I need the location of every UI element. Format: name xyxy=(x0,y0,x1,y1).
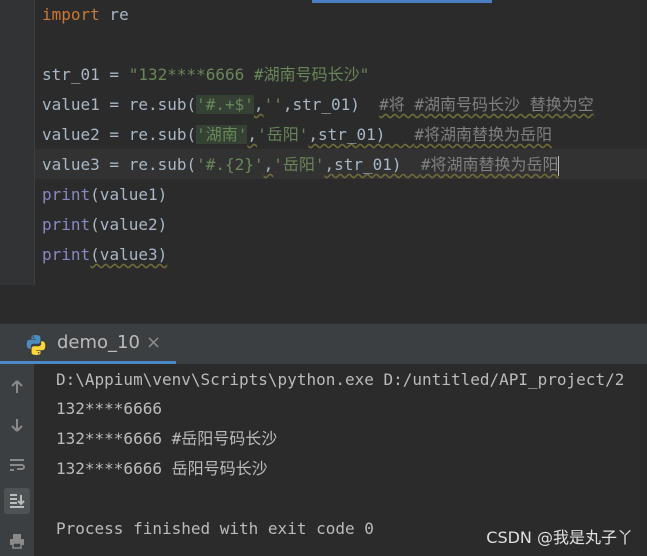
code-text: value3 = re.sub( xyxy=(42,155,197,174)
console-line: 132****6666 xyxy=(56,399,162,418)
code-text: ,str_01) xyxy=(308,125,415,144)
python-icon xyxy=(26,335,46,355)
console-line: 132****6666 #岳阳号码长沙 xyxy=(56,429,278,448)
code-line-3[interactable]: str_01 = "132****6666 #湖南号码长沙" xyxy=(42,60,369,90)
code-line-9[interactable]: print(value3) xyxy=(42,240,167,270)
string-literal: '#.+$' xyxy=(196,95,254,114)
scroll-to-end-icon[interactable] xyxy=(4,488,30,514)
code-line-5[interactable]: value2 = re.sub('湖南','岳阳',str_01) #将湖南替换… xyxy=(42,120,552,150)
run-toolbar xyxy=(0,364,34,556)
code-text: ,str_01) xyxy=(324,155,421,174)
console-line: D:\Appium\venv\Scripts\python.exe D:/unt… xyxy=(56,370,625,389)
editor-gutter xyxy=(0,0,35,285)
code-editor[interactable]: import re str_01 = "132****6666 #湖南号码长沙"… xyxy=(0,0,647,285)
code-line-4[interactable]: value1 = re.sub('#.+$','',str_01) #将 #湖南… xyxy=(42,90,594,120)
string-literal: ' xyxy=(237,125,248,144)
string-literal: '岳阳' xyxy=(273,155,325,174)
code-text: ,str_01) xyxy=(282,95,380,114)
string-literal: 湖南 xyxy=(205,125,238,144)
text-caret xyxy=(558,155,560,176)
code-text: (value1) xyxy=(90,185,168,204)
code-comment: #将湖南替换为岳阳 xyxy=(414,125,552,144)
string-literal: "132****6666 #湖南号码长沙" xyxy=(128,65,370,84)
code-text: value1 = re.sub( xyxy=(42,95,197,114)
keyword: import xyxy=(42,5,100,24)
run-tab-demo-10[interactable]: demo_10 × xyxy=(0,324,176,364)
string-literal: '#.{2}' xyxy=(196,155,264,174)
code-text: (value3) xyxy=(90,245,168,264)
code-line-8[interactable]: print(value2) xyxy=(42,210,167,240)
builtin-function: print xyxy=(42,245,91,264)
code-text: value2 = re.sub( xyxy=(42,125,197,144)
string-literal: '' xyxy=(263,95,283,114)
soft-wrap-icon[interactable] xyxy=(4,452,30,478)
code-text: , xyxy=(253,95,264,114)
editor-panel-divider[interactable] xyxy=(0,285,647,323)
run-panel-header: demo_10 × xyxy=(0,323,647,365)
console-line: Process finished with exit code 0 xyxy=(56,519,374,538)
tab-label: demo_10 xyxy=(57,332,140,353)
string-literal: '岳阳' xyxy=(257,125,309,144)
console-line: 132****6666 岳阳号码长沙 xyxy=(56,459,268,478)
code-text: , xyxy=(263,155,274,174)
code-comment: #将 #湖南号码长沙 替换为空 xyxy=(379,95,594,114)
code-line-6[interactable]: value3 = re.sub('#.{2}','岳阳',str_01) #将湖… xyxy=(42,150,560,180)
code-text: (value2) xyxy=(90,215,168,234)
watermark: CSDN @我是丸子丫 xyxy=(486,528,633,547)
code-line-1[interactable]: import re xyxy=(42,0,129,30)
scroll-highlight-marker xyxy=(312,0,492,3)
code-comment: #将湖南替换为岳阳 xyxy=(420,155,559,174)
code-text: , xyxy=(247,125,258,144)
builtin-function: print xyxy=(42,185,91,204)
code-text: re xyxy=(99,5,129,24)
print-icon[interactable] xyxy=(4,528,30,554)
builtin-function: print xyxy=(42,215,91,234)
string-literal: ' xyxy=(196,125,206,144)
console-output[interactable]: D:\Appium\venv\Scripts\python.exe D:/unt… xyxy=(35,364,647,556)
code-text: str_01 = xyxy=(42,65,129,84)
close-icon[interactable]: × xyxy=(146,332,161,353)
arrow-up-icon[interactable] xyxy=(4,374,30,400)
arrow-down-icon[interactable] xyxy=(4,412,30,438)
code-line-7[interactable]: print(value1) xyxy=(42,180,167,210)
